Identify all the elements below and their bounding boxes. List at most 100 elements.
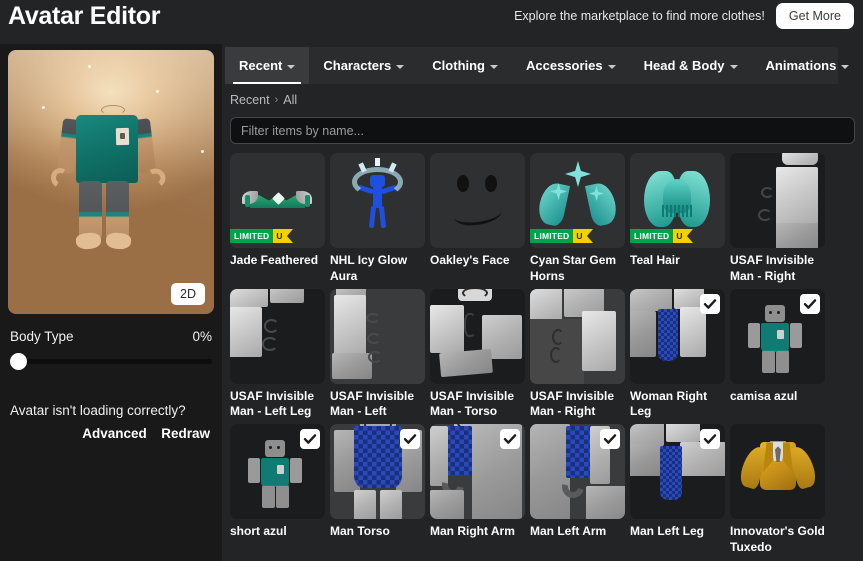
item-card[interactable]: Man Left Leg [630,424,725,556]
slider-thumb[interactable] [10,353,27,370]
avatar-sidebar: 2D Body Type 0% Avatar isn't loading cor… [0,44,222,561]
item-thumbnail[interactable] [530,288,625,384]
tab-accessories[interactable]: Accessories [512,47,630,84]
tab-head-and-body[interactable]: Head & Body [630,47,752,84]
item-label[interactable]: Woman Right Leg [630,389,725,421]
redraw-link[interactable]: Redraw [161,426,210,441]
avatar-left-leg [79,181,102,239]
limited-u-text: U [573,229,593,243]
item-thumbnail[interactable] [230,288,325,384]
item-label[interactable]: USAF Invisible Man - Right [730,253,825,285]
sparkle-icon [156,90,159,93]
limited-badge: LIMITED U [230,229,293,243]
item-card[interactable]: Oakley's Face [430,153,525,285]
item-label[interactable]: Jade Feathered [230,253,325,269]
item-card[interactable]: camisa azul [730,288,825,421]
item-label[interactable]: camisa azul [730,389,825,405]
avatar-loading-note: Avatar isn't loading correctly? [10,403,186,418]
item-card[interactable]: NHL Icy Glow Aura [330,153,425,285]
item-label[interactable]: Cyan Star Gem Horns [530,253,625,285]
item-checkbox[interactable] [800,293,820,314]
chevron-down-icon [729,64,738,69]
checkmark-icon [703,298,717,309]
item-card[interactable]: USAF Invisible Man - Torso [430,288,525,421]
item-label[interactable]: USAF Invisible Man - Left [330,389,425,421]
item-label[interactable]: Man Left Arm [530,524,625,540]
item-thumbnail[interactable] [630,288,725,384]
limited-badge: LIMITED U [530,229,593,243]
tab-label: Head & Body [643,58,725,73]
item-thumbnail[interactable] [330,424,425,520]
avatar-figure [46,105,176,265]
filter-items-input[interactable] [230,117,855,144]
breadcrumb-separator-icon: › [274,94,279,106]
item-card[interactable]: Innovator's Gold Tuxedo [730,424,825,556]
item-card[interactable]: USAF Invisible Man - Left [330,288,425,421]
items-grid: LIMITED U Jade Feathered NHL Icy Glow Au… [230,153,855,556]
body-part-icon [430,288,525,384]
item-thumbnail[interactable] [730,153,825,248]
breadcrumb-current[interactable]: All [283,93,297,107]
tab-label: Animations [765,58,837,73]
item-card[interactable]: Man Torso [330,424,425,556]
item-card[interactable]: short azul [230,424,325,556]
slider-track [10,359,212,364]
item-thumbnail[interactable] [730,424,825,520]
item-label[interactable]: NHL Icy Glow Aura [330,253,425,285]
toggle-2d-3d-button[interactable]: 2D [171,283,205,305]
item-label[interactable]: Oakley's Face [430,253,525,269]
item-label[interactable]: short azul [230,524,325,540]
item-thumbnail[interactable] [530,424,625,520]
tuxedo-icon [730,424,825,519]
item-card[interactable]: LIMITED U Cyan Star Gem Horns [530,153,625,285]
limited-badge: LIMITED U [630,229,693,243]
item-thumbnail[interactable] [730,288,825,384]
tab-characters[interactable]: Characters [309,47,418,84]
item-label[interactable]: USAF Invisible Man - Left Leg [230,389,325,421]
limited-u-text: U [273,229,293,243]
avatar-preview-viewport[interactable]: 2D [8,50,214,314]
item-thumbnail[interactable]: LIMITED U [530,153,625,248]
item-label[interactable]: Man Torso [330,524,425,540]
item-label[interactable]: Teal Hair [630,253,725,269]
item-checkbox[interactable] [700,293,720,314]
tab-clothing[interactable]: Clothing [418,47,512,84]
item-thumbnail[interactable]: LIMITED U [230,153,325,248]
item-card[interactable]: LIMITED U Teal Hair [630,153,725,285]
item-label[interactable]: USAF Invisible Man - Torso [430,389,525,421]
item-label[interactable]: Innovator's Gold Tuxedo [730,524,825,556]
item-thumbnail[interactable] [430,288,525,384]
item-label[interactable]: Man Left Leg [630,524,725,540]
item-checkbox[interactable] [700,429,720,450]
limited-text: LIMITED [630,229,674,243]
item-thumbnail[interactable] [430,424,525,520]
item-card[interactable]: USAF Invisible Man - Left Leg [230,288,325,421]
item-thumbnail[interactable] [230,424,325,520]
item-checkbox[interactable] [500,429,520,450]
item-checkbox[interactable] [300,429,320,450]
breadcrumb-root[interactable]: Recent [230,93,270,107]
item-thumbnail[interactable] [630,424,725,520]
item-thumbnail[interactable] [330,288,425,384]
item-thumbnail[interactable] [330,153,425,248]
body-part-icon [530,288,625,384]
item-checkbox[interactable] [600,429,620,450]
item-card[interactable]: Man Right Arm [430,424,525,556]
tab-label: Recent [239,58,283,73]
catalog-panel: Recent Characters Clothing Accessories H… [222,44,863,561]
item-card[interactable]: Woman Right Leg [630,288,725,421]
item-thumbnail[interactable]: LIMITED U [630,153,725,248]
item-label[interactable]: USAF Invisible Man - Right [530,389,625,421]
item-thumbnail[interactable] [430,153,525,248]
item-card[interactable]: USAF Invisible Man - Right [530,288,625,421]
item-card[interactable]: USAF Invisible Man - Right [730,153,825,285]
item-checkbox[interactable] [400,429,420,450]
tab-recent[interactable]: Recent [225,47,310,84]
tab-animations[interactable]: Animations [752,47,863,84]
item-card[interactable]: Man Left Arm [530,424,625,556]
body-type-slider[interactable] [8,353,214,370]
get-more-button[interactable]: Get More [775,3,854,29]
advanced-link[interactable]: Advanced [82,426,147,441]
item-label[interactable]: Man Right Arm [430,524,525,540]
item-card[interactable]: LIMITED U Jade Feathered [230,153,325,285]
